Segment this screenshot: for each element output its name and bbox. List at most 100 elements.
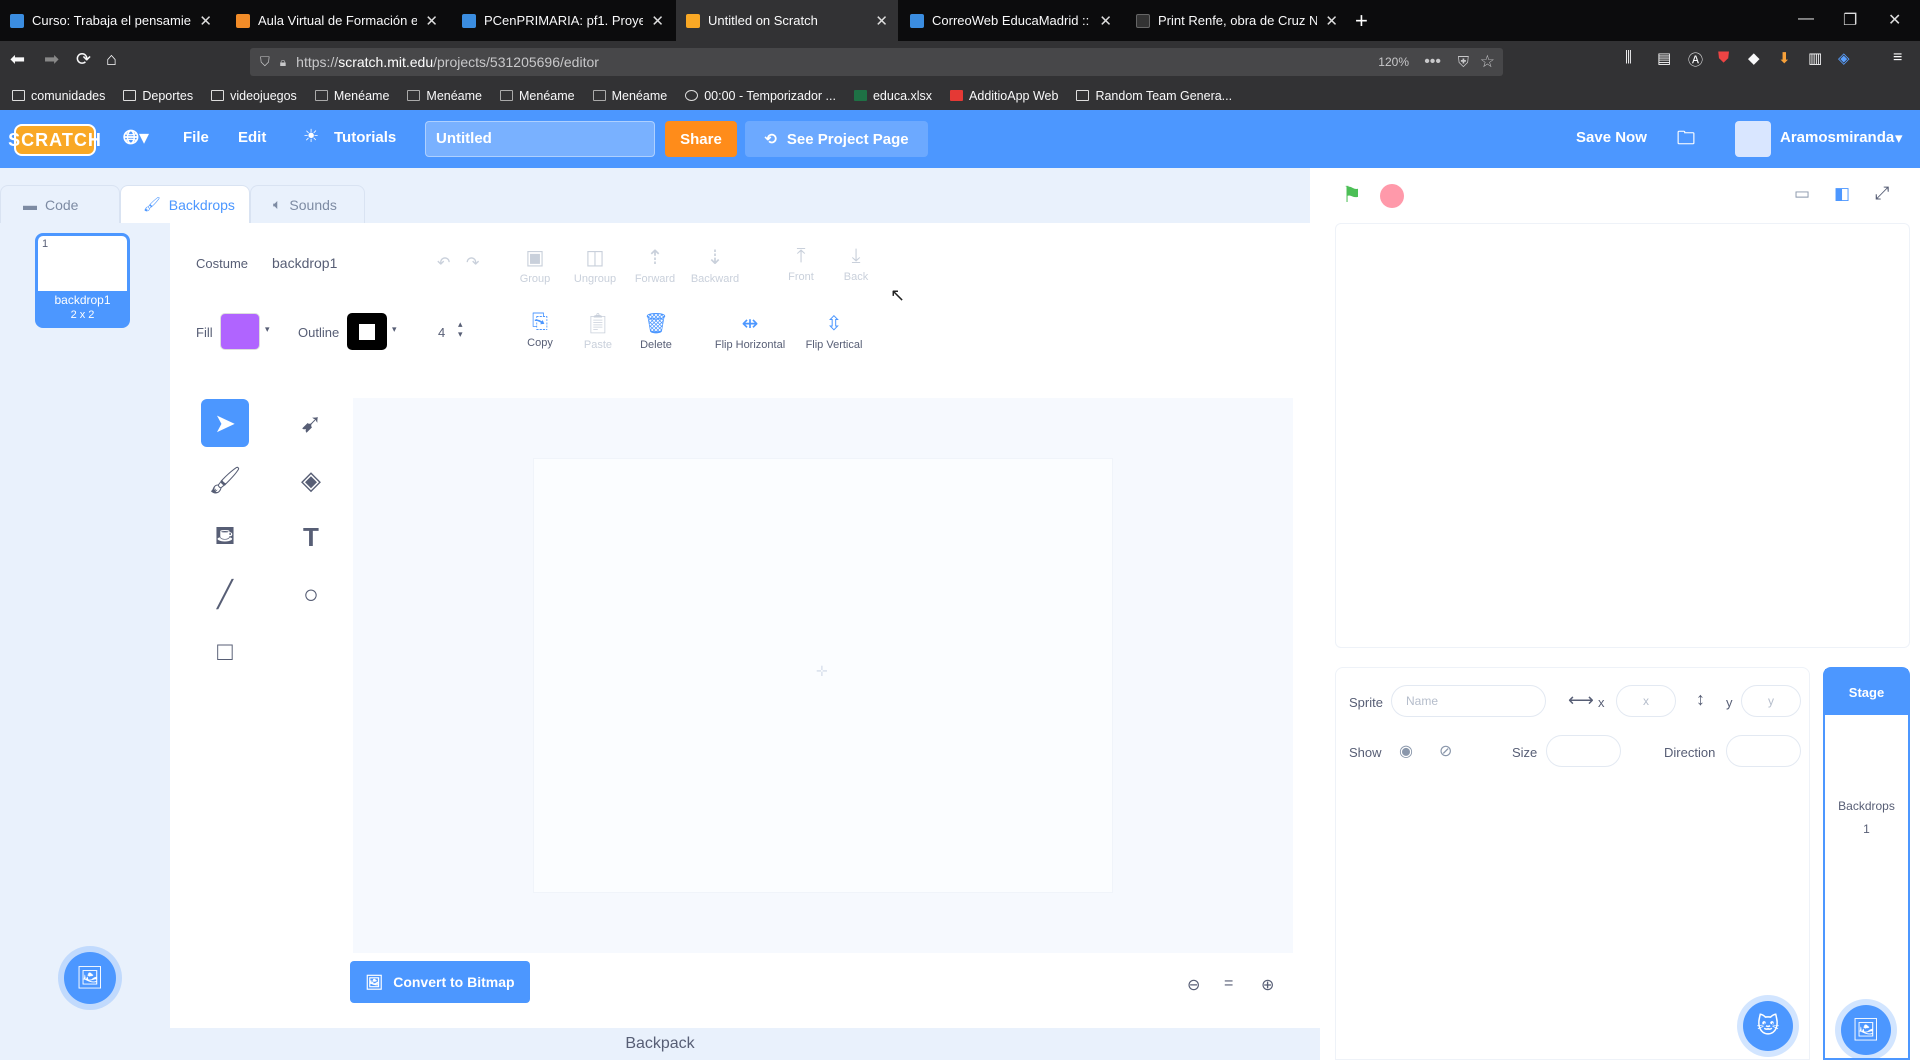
line-tool[interactable]: ╱: [201, 570, 249, 618]
library-icon[interactable]: ⫼: [1625, 49, 1632, 66]
browser-tab[interactable]: Print Renfe, obra de Cruz Novill ✕: [1126, 0, 1348, 41]
zoom-reset-icon[interactable]: =: [1224, 975, 1233, 993]
backpack-bar[interactable]: Backpack: [0, 1028, 1320, 1060]
bookmark-item[interactable]: Menéame: [407, 89, 482, 103]
stage-target-panel[interactable]: Stage Backdrops 1 🖼︎: [1823, 667, 1910, 1060]
ublock-icon[interactable]: ⛊: [1718, 49, 1729, 66]
restore-icon[interactable]: ❐: [1843, 10, 1857, 30]
bookmark-item[interactable]: AdditioApp Web: [950, 89, 1058, 103]
file-menu[interactable]: File: [183, 129, 209, 146]
account-chevron-down-icon[interactable]: ▾: [1895, 129, 1903, 147]
share-button[interactable]: Share: [665, 121, 737, 157]
convert-to-bitmap-button[interactable]: 🖼︎ Convert to Bitmap: [350, 961, 530, 1003]
back-icon[interactable]: ⬅: [10, 49, 25, 70]
extension-puzzle-icon[interactable]: ◈: [1838, 49, 1850, 67]
redo-icon[interactable]: ↷: [466, 253, 479, 273]
bookmark-star-icon[interactable]: ☆: [1480, 52, 1495, 72]
outline-width-input[interactable]: 4: [438, 325, 445, 340]
delete-button[interactable]: 🗑︎ Delete: [621, 311, 691, 351]
extension-cat-icon[interactable]: ◆: [1748, 49, 1760, 67]
close-tab-icon[interactable]: ✕: [1099, 12, 1112, 30]
reshape-tool[interactable]: ➹: [287, 399, 335, 447]
green-flag-icon[interactable]: ⚑: [1342, 184, 1366, 206]
see-project-page-button[interactable]: ⟲ See Project Page: [745, 121, 928, 157]
close-tab-icon[interactable]: ✕: [425, 12, 438, 30]
browser-tab[interactable]: CorreoWeb EducaMadrid :: INB ✕: [900, 0, 1122, 41]
edit-menu[interactable]: Edit: [238, 129, 266, 146]
bookmark-item[interactable]: Menéame: [500, 89, 575, 103]
close-tab-icon[interactable]: ✕: [199, 12, 212, 30]
account-icon[interactable]: Ⓐ: [1688, 49, 1703, 70]
bookmark-item[interactable]: Menéame: [592, 89, 667, 103]
pocket-icon[interactable]: ⛨: [1458, 54, 1469, 71]
extension-bars-icon[interactable]: ▥: [1808, 49, 1822, 67]
stage-canvas[interactable]: [1335, 223, 1910, 648]
choose-backdrop-button[interactable]: 🖼︎: [64, 952, 116, 1004]
tutorials-menu[interactable]: Tutorials: [334, 129, 396, 146]
bookmark-item[interactable]: Menéame: [314, 89, 389, 103]
stop-icon[interactable]: [1380, 184, 1404, 208]
language-globe-icon[interactable]: 🌐︎▾: [123, 125, 149, 150]
backdrop-thumbnail[interactable]: 1 backdrop1 2 x 2: [35, 233, 130, 328]
sidebar-icon[interactable]: ▤: [1657, 49, 1671, 67]
bookmark-item[interactable]: educa.xlsx: [853, 89, 932, 103]
eraser-tool[interactable]: ◈: [287, 456, 335, 504]
browser-tab[interactable]: Aula Virtual de Formación en lí ✕: [226, 0, 448, 41]
hide-eye-icon[interactable]: ⊘: [1439, 741, 1452, 761]
select-tool[interactable]: ➤: [201, 399, 249, 447]
zoom-out-icon[interactable]: ⊖: [1187, 975, 1200, 995]
save-now-button[interactable]: Save Now: [1576, 129, 1647, 146]
choose-sprite-button[interactable]: 🐱︎: [1743, 1001, 1793, 1051]
close-tab-icon[interactable]: ✕: [651, 12, 664, 30]
url-bar[interactable]: ⛉ 🔒︎ https://scratch.mit.edu/projects/53…: [250, 48, 1503, 76]
username[interactable]: Aramosmiranda: [1780, 129, 1894, 146]
new-tab-icon[interactable]: +: [1355, 8, 1368, 34]
hamburger-menu-icon[interactable]: ≡: [1893, 49, 1902, 67]
outline-color-swatch[interactable]: [347, 313, 387, 350]
close-tab-icon[interactable]: ✕: [875, 12, 888, 30]
brush-tool[interactable]: 🖌︎: [201, 456, 249, 504]
small-stage-icon[interactable]: ▭: [1794, 184, 1810, 204]
undo-icon[interactable]: ↶: [437, 253, 450, 273]
project-title-input[interactable]: Untitled: [425, 121, 655, 157]
backward-button[interactable]: ⇣ Backward: [680, 245, 750, 285]
scratch-logo[interactable]: SCRATCH: [8, 124, 101, 156]
close-tab-icon[interactable]: ✕: [1325, 12, 1338, 30]
back-button[interactable]: ⤓ Back: [821, 245, 891, 283]
zoom-in-icon[interactable]: ⊕: [1261, 975, 1274, 995]
choose-backdrop-stage-button[interactable]: 🖼︎: [1841, 1005, 1891, 1055]
fill-chevron-down-icon[interactable]: ▾: [265, 324, 270, 335]
outline-chevron-down-icon[interactable]: ▾: [392, 324, 397, 335]
sprite-name-input[interactable]: Name: [1391, 685, 1546, 717]
browser-tab[interactable]: Curso: Trabaja el pensamiento ✕: [0, 0, 222, 41]
tab-code[interactable]: ▬ Code: [0, 185, 120, 223]
fill-tool[interactable]: ⛾: [201, 513, 249, 561]
bookmark-item[interactable]: Deportes: [123, 89, 193, 103]
browser-tab[interactable]: PCenPRIMARIA: pf1. Proyecto ✕: [452, 0, 674, 41]
direction-input[interactable]: [1726, 735, 1801, 767]
paint-canvas[interactable]: ✛: [353, 398, 1293, 953]
close-window-icon[interactable]: ✕: [1888, 10, 1901, 30]
avatar[interactable]: [1735, 121, 1771, 157]
rectangle-tool[interactable]: □: [201, 627, 249, 675]
costume-name-input[interactable]: backdrop1: [272, 255, 337, 271]
home-icon[interactable]: ⌂: [106, 49, 117, 70]
fullscreen-icon[interactable]: ⤢: [1875, 183, 1889, 204]
text-tool[interactable]: T: [287, 513, 335, 561]
large-stage-icon[interactable]: ◧: [1834, 184, 1850, 204]
tab-sounds[interactable]: 🔈︎ Sounds: [250, 185, 365, 223]
minimize-icon[interactable]: —: [1798, 10, 1814, 28]
outline-width-stepper[interactable]: ▴ ▾: [458, 319, 463, 339]
my-stuff-folder-icon[interactable]: 🗀: [1677, 126, 1695, 156]
tab-backdrops[interactable]: 🖌︎ Backdrops: [120, 185, 250, 223]
bookmark-item[interactable]: comunidades: [12, 89, 105, 103]
extension-download-icon[interactable]: ⬇: [1778, 49, 1791, 67]
circle-tool[interactable]: ○: [287, 570, 335, 618]
y-input[interactable]: y: [1741, 685, 1801, 717]
show-eye-icon[interactable]: ◉: [1399, 741, 1413, 761]
bookmark-item[interactable]: Random Team Genera...: [1076, 89, 1232, 103]
flip-horizontal-button[interactable]: ⇹ Flip Horizontal: [705, 311, 795, 351]
zoom-level[interactable]: 120%: [1372, 53, 1415, 71]
reload-icon[interactable]: ⟳: [76, 49, 91, 70]
page-actions-icon[interactable]: •••: [1424, 53, 1441, 71]
